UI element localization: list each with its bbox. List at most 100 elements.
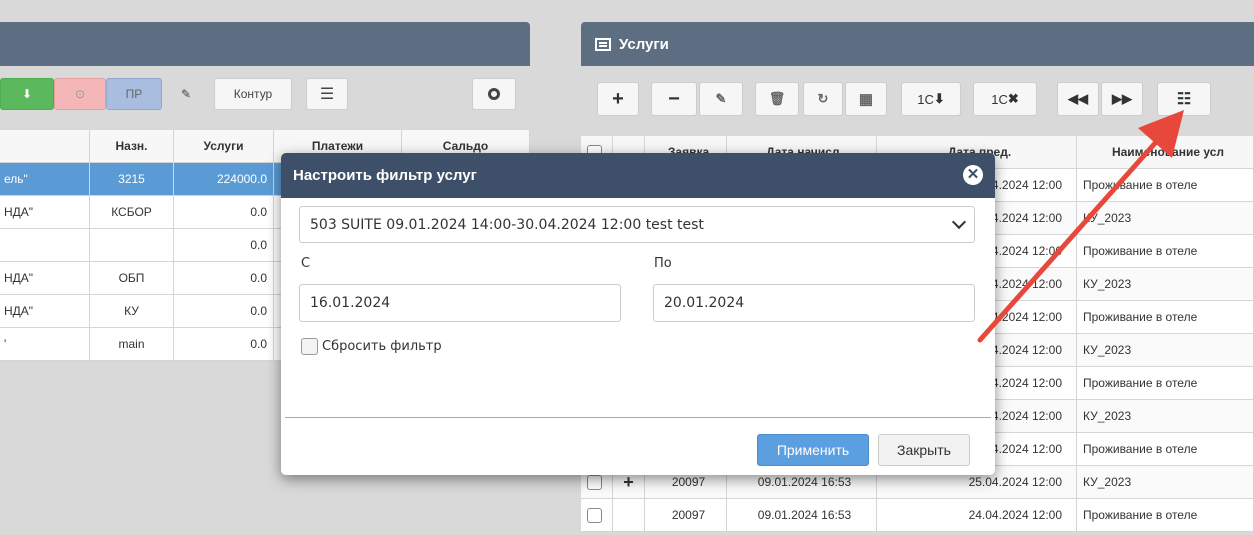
pencil-icon: ✎ [715,91,727,106]
plus-icon: + [612,87,624,110]
upload-button[interactable]: ⊙ [54,78,106,110]
services-table-cell: 24.04.2024 12:00 [877,499,1077,532]
qr-code-icon: ▦ [858,91,874,108]
close-button[interactable]: Закрыть [878,434,970,466]
trash-icon: 🗑 [768,91,786,106]
kontur-button-label: Контур [233,87,273,101]
left-table-cell: 0.0 [174,229,274,262]
delete-service-button[interactable]: 🗑 [755,82,799,116]
pencil-icon: ✎ [180,87,192,101]
filter-dialog-title: Настроить фильтр услуг [293,167,477,184]
left-col-nazn[interactable]: Назн. [90,130,174,163]
left-table-cell: 224000.0 [174,163,274,196]
download-icon: ⬇ [21,87,33,101]
services-table-cell: Проживание в отеле [1077,367,1254,400]
edit-button[interactable]: ✎ [162,78,210,110]
window-icon [595,37,611,51]
left-col-name [0,130,90,163]
edit-service-button[interactable]: ✎ [699,82,743,116]
list-button[interactable]: ☰ [306,78,348,110]
cross-icon: ✖ [1007,91,1019,106]
kontur-button[interactable]: Контур [214,78,292,110]
filter-settings-button[interactable]: ☷ [1157,82,1211,116]
refresh-button[interactable]: ↻ [803,82,843,116]
remove-service-button[interactable]: − [651,82,697,116]
services-table-cell: КУ_2023 [1077,466,1254,499]
pr-button[interactable]: ПР [106,78,162,110]
left-table-cell: 0.0 [174,328,274,361]
left-table-cell: НДА" [0,196,90,229]
last-page-button[interactable]: ▶▶ [1101,82,1143,116]
list-icon: ☰ [319,86,335,103]
delete-1c-button[interactable]: 1C ✖ [973,82,1037,116]
services-table-cell: КУ_2023 [1077,268,1254,301]
left-table-cell: НДА" [0,262,90,295]
import-1c-label: 1C [917,91,934,107]
delete-1c-label: 1C [991,91,1008,107]
to-label: По [654,256,672,271]
add-service-button[interactable]: + [597,82,639,116]
row-select-cell[interactable] [581,499,613,532]
left-toolbar: ⬇ ⊙ ПР ✎ Контур ☰ [0,78,530,118]
import-1c-button[interactable]: 1C ⬇ [901,82,961,116]
left-table-cell: ' [0,328,90,361]
services-table-cell: Проживание в отеле [1077,235,1254,268]
row-expand-cell[interactable] [613,499,645,532]
left-table-cell: 3215 [90,163,174,196]
arrow-down-icon: ⬇ [933,91,945,106]
download-button[interactable]: ⬇ [0,78,54,110]
left-table-cell: КУ [90,295,174,328]
from-label: С [301,256,311,271]
left-table-cell: 0.0 [174,196,274,229]
filter-dialog: Настроить фильтр услуг ✕ 503 SUITE 09.01… [281,153,995,475]
left-table-cell: main [90,328,174,361]
double-left-icon: ◀◀ [1068,91,1088,106]
close-icon[interactable]: ✕ [963,165,983,185]
services-table-cell: Проживание в отеле [1077,499,1254,532]
services-table-cell: Проживание в отеле [1077,301,1254,334]
first-page-button[interactable]: ◀◀ [1057,82,1099,116]
reset-filter-checkbox[interactable]: Сбросить фильтр [301,338,442,355]
from-date-input[interactable] [299,284,621,322]
services-panel-title: Услуги [619,35,669,53]
services-table-cell: Проживание в отеле [1077,433,1254,466]
col-naimenovanie[interactable]: Наименование усл [1077,136,1254,169]
services-table-cell: 20097 [645,499,727,532]
circle-icon [488,88,500,100]
services-table-row[interactable]: 20097 09.01.2024 16:53 24.04.2024 12:00 Про… [581,499,1254,532]
settings-button[interactable] [472,78,516,110]
left-table-cell: НДА" [0,295,90,328]
reset-filter-box[interactable] [301,338,318,355]
minus-icon: − [668,87,680,110]
booking-select[interactable]: 503 SUITE 09.01.2024 14:00-30.04.2024 12… [299,206,975,243]
left-table-cell: 0.0 [174,295,274,328]
services-table-cell: КУ_2023 [1077,400,1254,433]
services-panel-header: Услуги [581,22,1254,66]
left-table-cell: ОБП [90,262,174,295]
row-checkbox[interactable] [587,508,602,523]
dialog-divider [285,417,991,418]
left-table-cell: 0.0 [174,262,274,295]
left-table-cell [0,229,90,262]
services-table-cell: Проживание в отеле [1077,169,1254,202]
services-table-cell: 09.01.2024 16:53 [727,499,877,532]
services-table-cell: КУ_2023 [1077,202,1254,235]
left-table-cell [90,229,174,262]
refresh-icon: ↻ [817,91,829,106]
filter-dialog-header: Настроить фильтр услуг [281,153,995,198]
to-date-input[interactable] [653,284,975,322]
pr-button-label: ПР [125,87,143,101]
double-right-icon: ▶▶ [1112,91,1132,106]
services-table-cell: КУ_2023 [1077,334,1254,367]
reset-filter-label: Сбросить фильтр [322,339,442,354]
upload-circle-icon: ⊙ [74,87,86,101]
qr-code-button[interactable]: ▦ [845,82,887,116]
row-checkbox[interactable] [587,475,602,490]
apply-button[interactable]: Применить [757,434,869,466]
left-col-uslugi[interactable]: Услуги [174,130,274,163]
left-table-cell: ель" [0,163,90,196]
expand-plus-icon[interactable]: + [623,472,634,492]
sliders-icon: ☷ [1176,91,1192,108]
left-table-cell: КСБОР [90,196,174,229]
left-panel-header [0,22,530,66]
